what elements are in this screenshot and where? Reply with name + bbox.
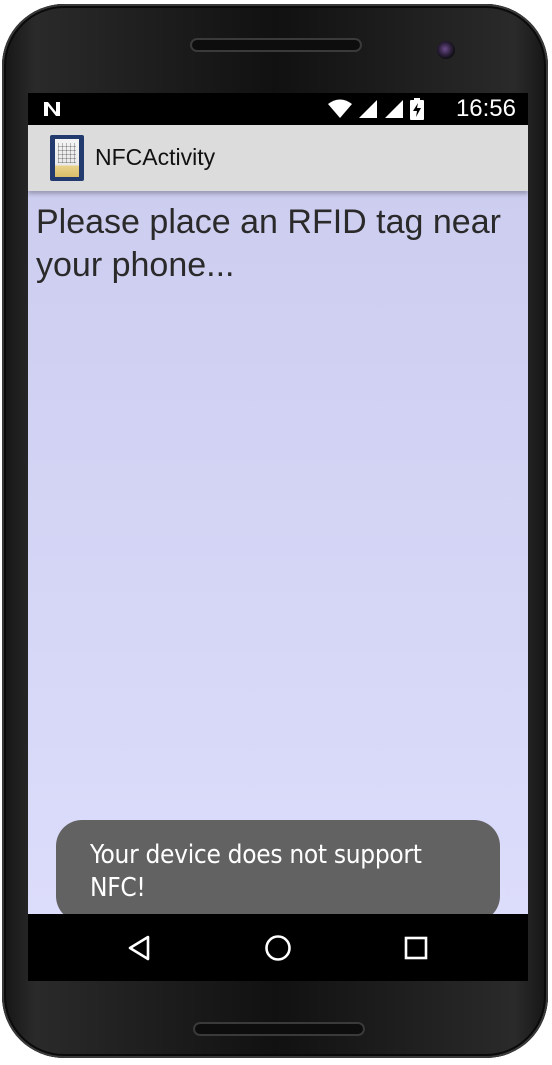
app-title: NFCActivity [95, 144, 216, 170]
device-screen: 16:56 NFCActivity Please place an RFID t… [28, 93, 528, 981]
back-button[interactable] [122, 930, 158, 966]
app-icon [50, 135, 84, 181]
back-icon [128, 935, 150, 961]
phone-frame: 16:56 NFCActivity Please place an RFID t… [2, 4, 548, 1058]
nfc-n-icon [44, 102, 60, 116]
status-icons [328, 98, 424, 120]
home-button[interactable] [260, 930, 296, 966]
recents-icon [404, 936, 428, 960]
action-bar: NFCActivity [28, 125, 528, 191]
status-clock: 16:56 [455, 95, 516, 122]
navigation-bar [28, 914, 528, 981]
battery-charging-icon [410, 98, 424, 120]
toast-message: Your device does not support NFC! [56, 820, 500, 922]
recents-button[interactable] [398, 930, 434, 966]
earpiece-speaker [190, 38, 362, 52]
bottom-speaker [193, 1022, 365, 1036]
home-icon [265, 935, 291, 961]
instruction-text: Please place an RFID tag near your phone… [36, 203, 501, 284]
front-camera [437, 41, 455, 59]
wifi-icon [328, 99, 352, 118]
signal-icon [385, 100, 403, 118]
activity-content: Please place an RFID tag near your phone… [28, 191, 528, 922]
status-bar: 16:56 [28, 93, 528, 125]
toast-text: Your device does not support NFC! [90, 840, 422, 903]
signal-icon [359, 100, 377, 118]
